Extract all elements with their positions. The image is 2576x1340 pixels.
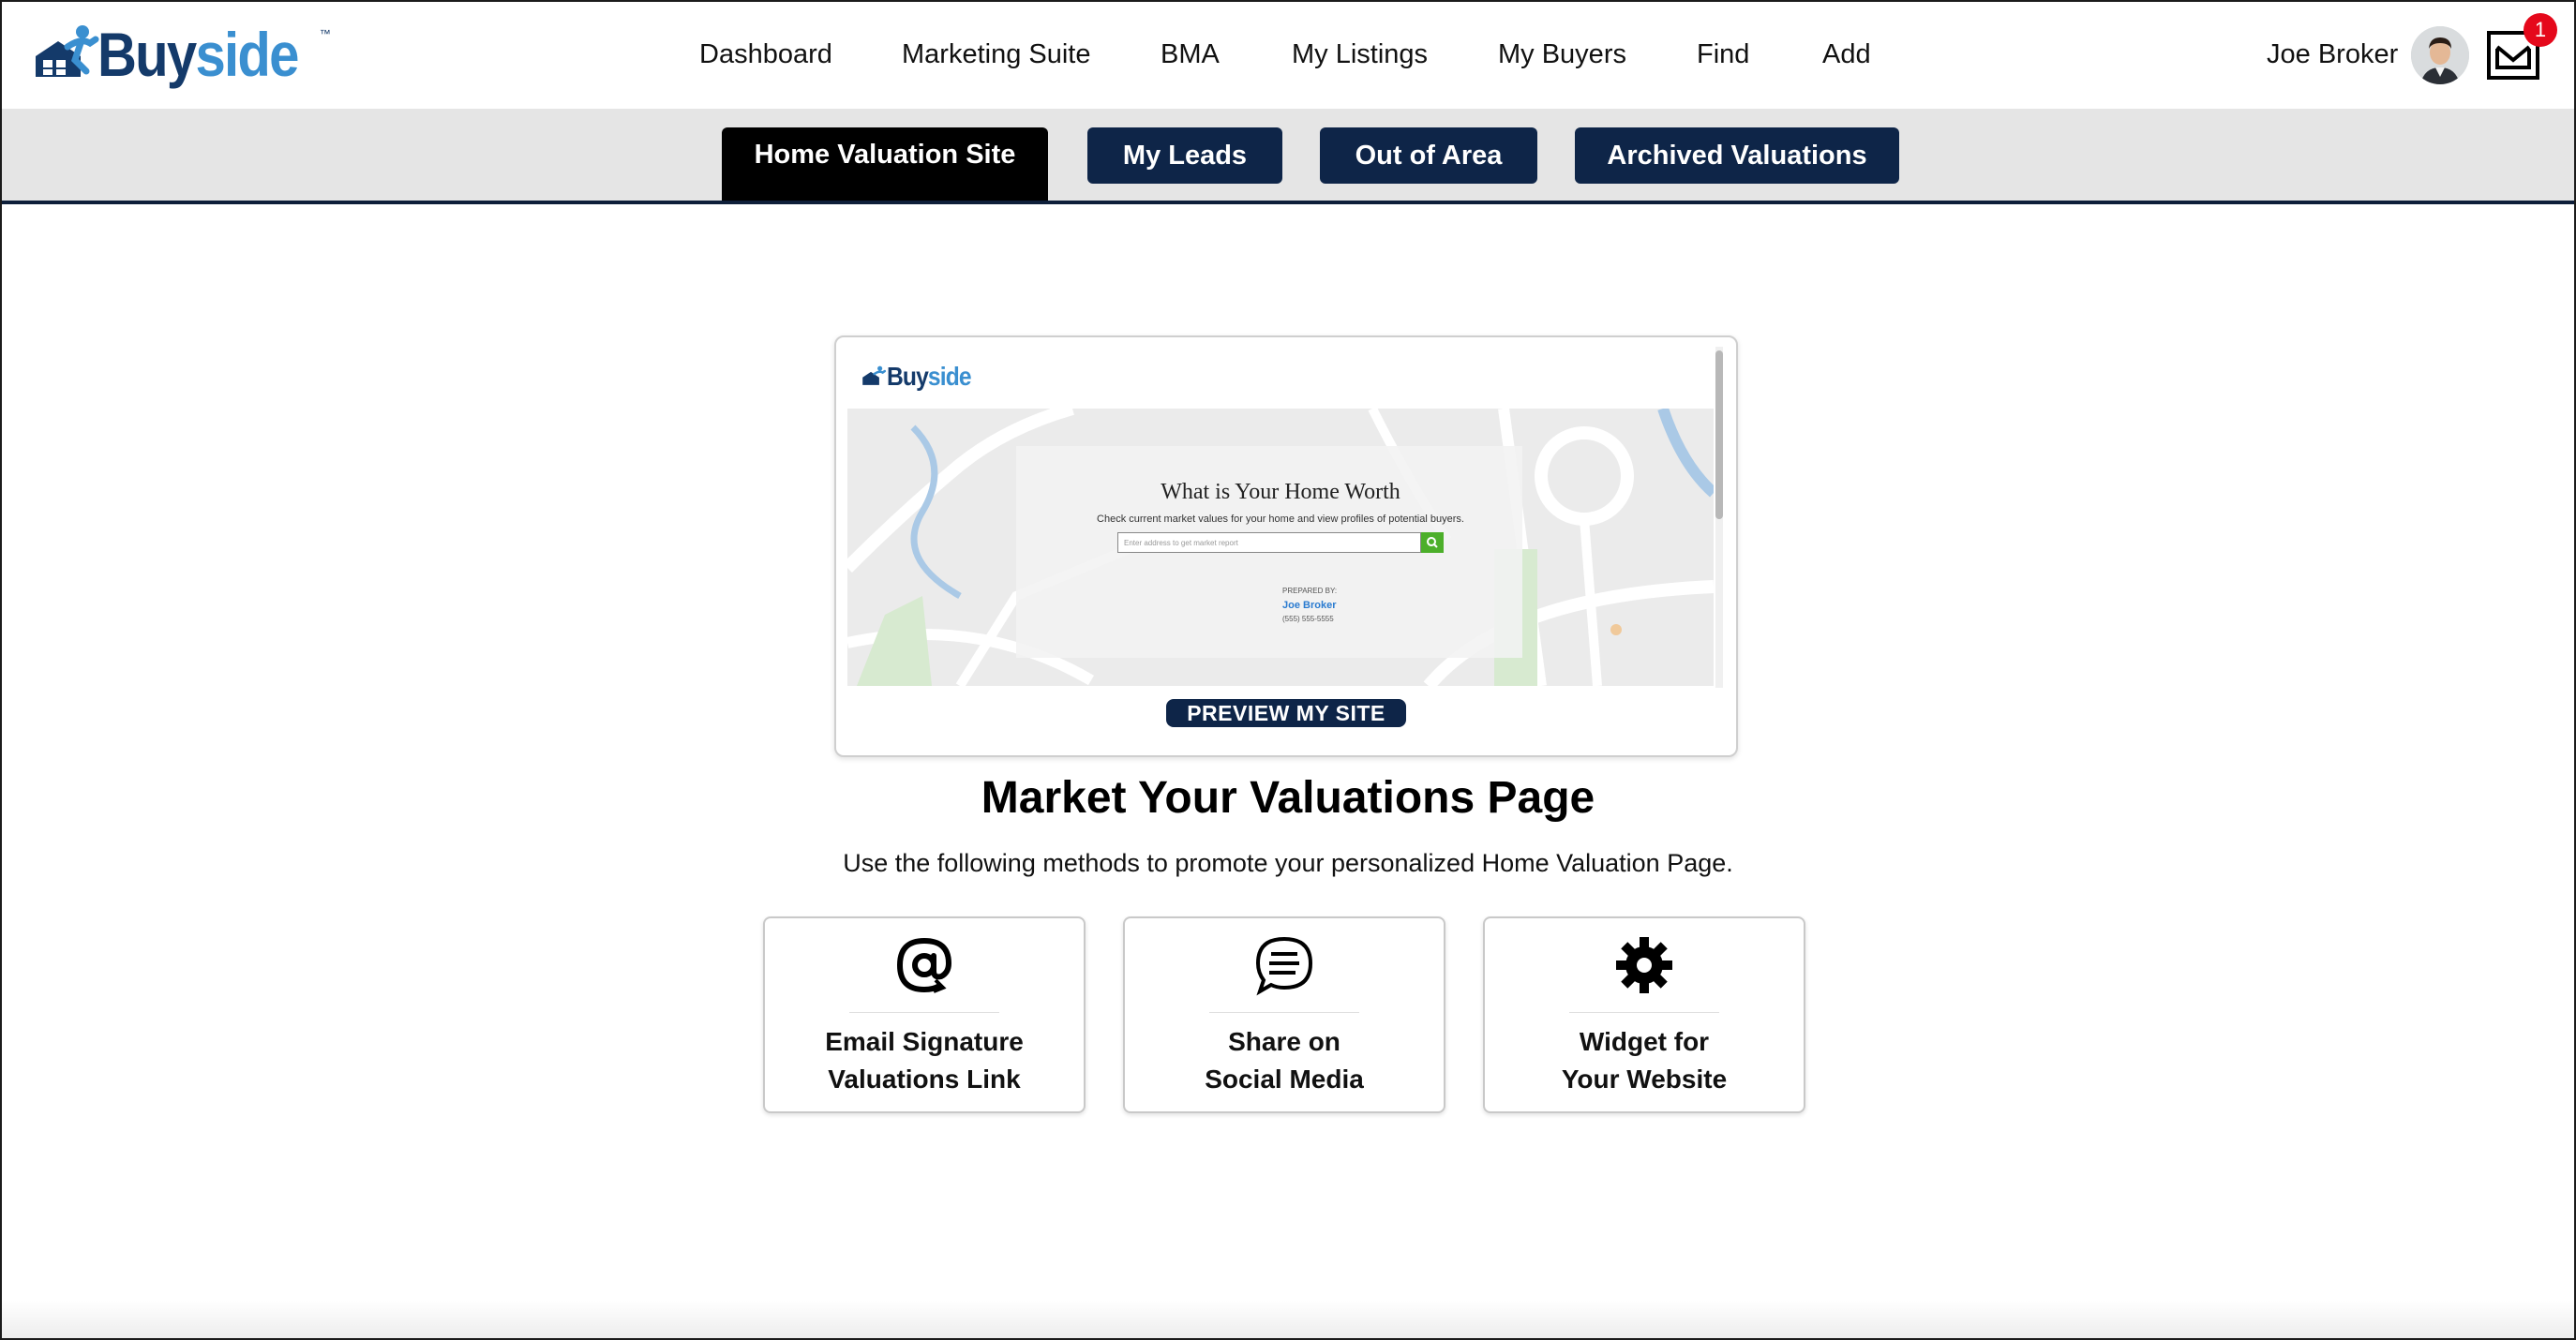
preview-scrollbar-thumb[interactable]: [1715, 350, 1723, 519]
preview-prepared-by: PREPARED BY:: [1282, 587, 1338, 595]
website-widget-card[interactable]: Widget for Your Website: [1483, 916, 1805, 1113]
email-signature-card[interactable]: Email Signature Valuations Link: [763, 916, 1086, 1113]
website-widget-label: Widget for Your Website: [1485, 1023, 1804, 1098]
top-header: Buy side ™ Dashboard Marketing Suite BMA …: [2, 2, 2574, 109]
search-icon: [1427, 537, 1438, 548]
user-photo-icon: [2411, 26, 2469, 84]
app-window: Buy side ™ Dashboard Marketing Suite BMA …: [0, 0, 2576, 1340]
main-nav: Dashboard Marketing Suite BMA My Listing…: [2, 2, 2574, 109]
chat-bubble-icon: [1255, 936, 1313, 996]
nav-bma[interactable]: BMA: [1161, 39, 1220, 70]
tab-archived-valuations[interactable]: Archived Valuations: [1575, 127, 1899, 184]
card-divider: [849, 1012, 999, 1013]
preview-address-input: Enter address to get market report: [1117, 532, 1421, 553]
card-divider: [1209, 1012, 1359, 1013]
preview-logo: Buyside: [861, 362, 982, 392]
preview-headline: What is Your Home Worth: [1161, 480, 1400, 504]
share-social-line2: Social Media: [1205, 1065, 1364, 1094]
card-divider: [1569, 1012, 1719, 1013]
preview-subtext: Check current market values for your hom…: [1097, 514, 1464, 525]
tab-home-valuation-site[interactable]: Home Valuation Site: [722, 127, 1048, 201]
email-signature-line2: Valuations Link: [828, 1065, 1021, 1094]
preview-map: What is Your Home Worth Check current ma…: [847, 409, 1714, 686]
nav-dashboard[interactable]: Dashboard: [699, 39, 832, 70]
nav-find[interactable]: Find: [1697, 39, 1749, 70]
nav-my-listings[interactable]: My Listings: [1292, 39, 1428, 70]
site-preview-card: Buyside What is Your Home Worth Check cu…: [834, 335, 1738, 757]
website-widget-line2: Your Website: [1561, 1065, 1728, 1094]
tab-out-of-area[interactable]: Out of Area: [1320, 127, 1537, 184]
house-runner-icon: [862, 365, 887, 385]
preview-logo-side: side: [927, 362, 972, 391]
page-subtitle: Use the following methods to promote you…: [843, 849, 1733, 877]
at-sign-icon: [896, 937, 952, 993]
user-name[interactable]: Joe Broker: [2267, 39, 2398, 70]
email-signature-line1: Email Signature: [825, 1027, 1024, 1056]
tab-my-leads[interactable]: My Leads: [1087, 127, 1282, 184]
nav-my-buyers[interactable]: My Buyers: [1498, 39, 1626, 70]
tab-bar: Home Valuation Site My Leads Out of Area…: [2, 109, 2574, 204]
preview-logo-buy: Buy: [887, 362, 929, 391]
mail-notification-badge: 1: [2524, 13, 2557, 47]
email-signature-label: Email Signature Valuations Link: [765, 1023, 1084, 1098]
bottom-shadow: [2, 1301, 2574, 1338]
preview-logo-wordmark: Buyside: [887, 362, 972, 392]
share-social-media-card[interactable]: Share on Social Media: [1123, 916, 1445, 1113]
nav-add[interactable]: Add: [1822, 39, 1871, 70]
preview-agent-phone: (555) 555-5555: [1282, 615, 1334, 623]
share-social-line1: Share on: [1228, 1027, 1340, 1056]
preview-search-button: [1421, 532, 1444, 553]
preview-my-site-button[interactable]: PREVIEW MY SITE: [1166, 699, 1406, 727]
gear-icon: [1616, 937, 1672, 993]
avatar[interactable]: [2411, 26, 2469, 84]
preview-agent-name: Joe Broker: [1282, 600, 1337, 611]
nav-marketing-suite[interactable]: Marketing Suite: [902, 39, 1091, 70]
page-title: Market Your Valuations Page: [981, 773, 1595, 823]
share-social-label: Share on Social Media: [1125, 1023, 1444, 1098]
website-widget-line1: Widget for: [1579, 1027, 1710, 1056]
